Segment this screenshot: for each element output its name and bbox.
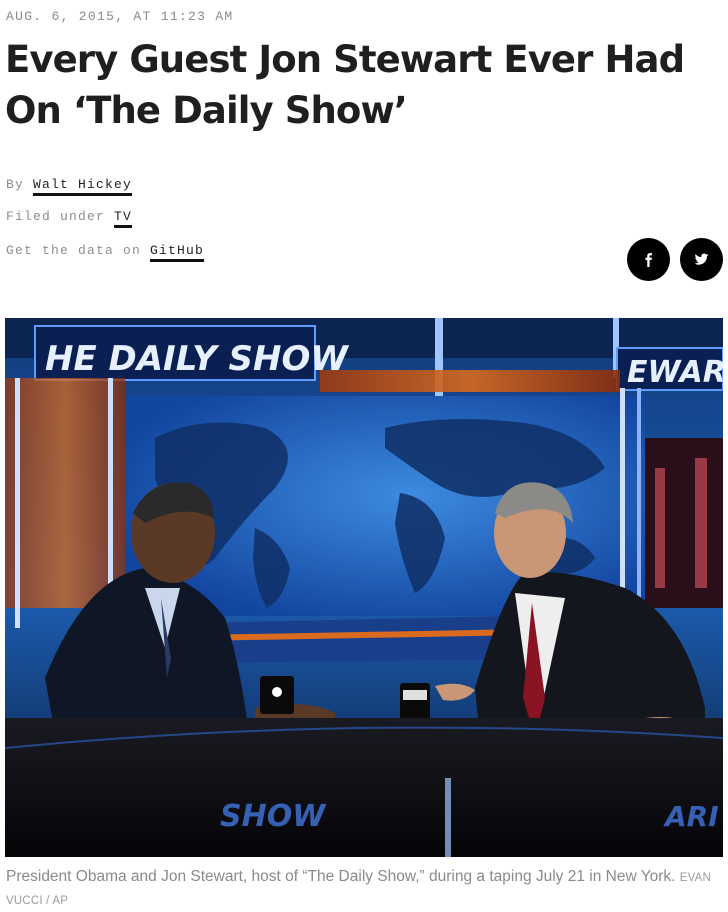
daily-show-set-image: HE DAILY SHOW EWAR SHOW ARI bbox=[5, 318, 723, 857]
caption-text: President Obama and Jon Stewart, host of… bbox=[6, 868, 676, 885]
share-twitter-button[interactable] bbox=[680, 238, 723, 281]
filed-under-prefix: Filed under bbox=[6, 209, 106, 224]
sign-right-text: EWAR bbox=[627, 355, 723, 390]
data-source: Get the data on GitHub bbox=[6, 243, 205, 262]
byline-prefix: By bbox=[6, 177, 25, 192]
article-photo: HE DAILY SHOW EWAR SHOW ARI bbox=[5, 318, 723, 857]
byline: By Walt Hickey bbox=[6, 177, 133, 196]
facebook-icon bbox=[642, 252, 656, 267]
desk-text: SHOW bbox=[220, 799, 327, 834]
photo-caption: President Obama and Jon Stewart, host of… bbox=[6, 866, 722, 912]
filed-under: Filed under TV bbox=[6, 209, 133, 228]
github-link[interactable]: GitHub bbox=[150, 243, 205, 262]
share-facebook-button[interactable] bbox=[627, 238, 670, 281]
article-dateline: AUG. 6, 2015, AT 11:23 AM bbox=[6, 9, 234, 24]
twitter-icon bbox=[694, 252, 709, 267]
topic-link[interactable]: TV bbox=[114, 209, 133, 228]
data-source-prefix: Get the data on bbox=[6, 243, 142, 258]
desk-text-right: ARI bbox=[663, 800, 719, 833]
author-link[interactable]: Walt Hickey bbox=[33, 177, 133, 196]
article-headline: Every Guest Jon Stewart Ever Had On ‘The… bbox=[5, 38, 685, 132]
sign-left-text: HE DAILY SHOW bbox=[45, 339, 349, 379]
